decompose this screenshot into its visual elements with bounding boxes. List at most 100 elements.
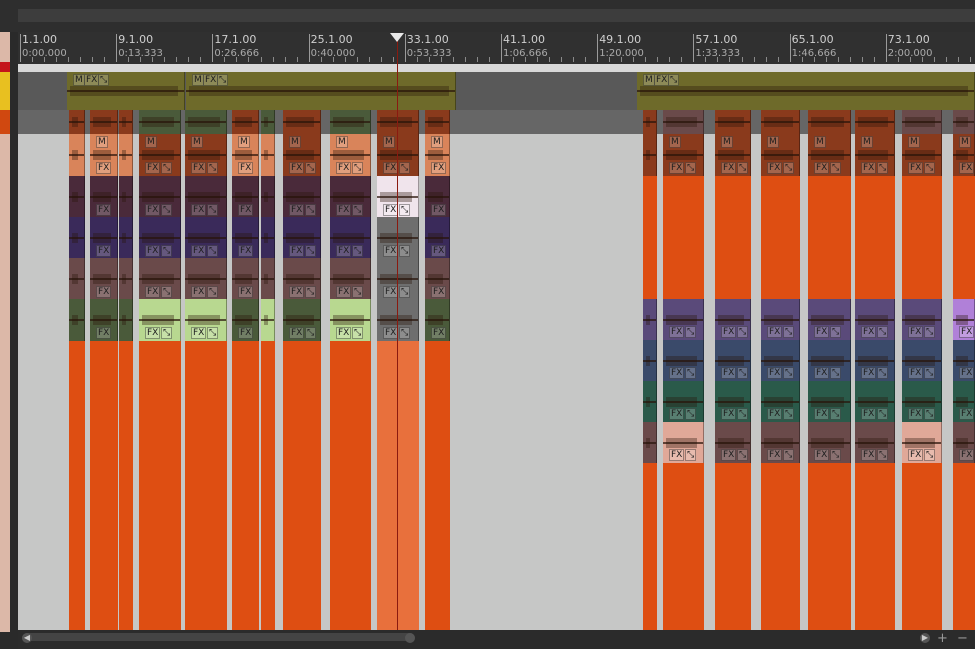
audio-clip[interactable]: FX ⤡ (185, 217, 227, 259)
fx-badge[interactable]: FX (959, 367, 974, 379)
fx-badge[interactable]: FX (767, 162, 783, 174)
audio-clip[interactable]: M FX ⤡ (715, 134, 751, 176)
fx-badge[interactable]: FX (721, 408, 737, 420)
envelope-icon[interactable]: ⤡ (924, 326, 936, 338)
audio-clip[interactable]: FX ⤡ (663, 422, 704, 463)
mute-badge[interactable]: M (336, 136, 348, 148)
fx-badge[interactable]: FX (145, 286, 161, 298)
fx-badge[interactable]: FX (814, 367, 830, 379)
audio-clip[interactable]: FX ⤡ (283, 176, 321, 218)
fx-badge[interactable]: FX (908, 367, 924, 379)
envelope-icon[interactable]: ⤡ (924, 449, 936, 461)
audio-clip[interactable]: FX ⤡ (902, 340, 942, 381)
audio-clip[interactable]: M FX ⤡ (855, 134, 895, 176)
fx-badge[interactable]: FX (767, 367, 783, 379)
audio-clip[interactable] (119, 110, 133, 134)
audio-clip[interactable]: FX ⤡ (330, 258, 371, 300)
envelope-icon[interactable]: ⤡ (161, 162, 173, 174)
mute-badge[interactable]: M (431, 136, 443, 148)
fx-badge[interactable]: FX (96, 162, 112, 174)
fx-badge[interactable]: FX (814, 408, 830, 420)
audio-clip[interactable] (283, 110, 321, 134)
fx-badge[interactable]: FX (289, 327, 305, 339)
envelope-icon[interactable]: ⤡ (352, 204, 364, 216)
audio-clip[interactable]: FX ⤡ (377, 299, 419, 341)
scroll-left-icon[interactable]: ◀ (22, 633, 32, 643)
fx-badge[interactable]: FX (767, 408, 783, 420)
audio-clip[interactable] (232, 110, 259, 134)
audio-clip[interactable]: FX ⤡ (715, 422, 751, 463)
mute-badge[interactable]: M (96, 136, 108, 148)
envelope-icon[interactable]: ⤡ (305, 162, 317, 174)
audio-clip[interactable]: M FX ⤡ (637, 72, 975, 110)
audio-clip[interactable]: FX ⤡ (855, 381, 895, 422)
audio-clip[interactable]: FX ⤡ (283, 217, 321, 259)
audio-clip[interactable]: FX ⤡ (761, 422, 800, 463)
audio-clip[interactable] (261, 110, 275, 134)
fx-badge[interactable]: FX (814, 162, 830, 174)
audio-clip[interactable]: M FX ⤡ (67, 72, 185, 110)
audio-clip[interactable]: FX ⤡ (377, 217, 419, 259)
fx-badge[interactable]: FX (721, 449, 737, 461)
envelope-icon[interactable]: ⤡ (737, 408, 749, 420)
audio-clip[interactable] (330, 110, 371, 134)
audio-clip[interactable] (69, 110, 85, 134)
envelope-icon[interactable]: ⤡ (783, 449, 795, 461)
audio-clip[interactable] (902, 110, 942, 134)
envelope-icon[interactable]: ⤡ (161, 286, 173, 298)
fx-badge[interactable]: FX (336, 286, 352, 298)
audio-clip[interactable]: FX ⤡ (139, 217, 181, 259)
envelope-icon[interactable]: ⤡ (685, 367, 697, 379)
audio-clip[interactable]: FX ⤡ (377, 258, 419, 300)
fx-badge[interactable]: FX (289, 286, 305, 298)
fx-badge[interactable]: FX (96, 286, 112, 298)
fx-badge[interactable]: FX (336, 327, 352, 339)
audio-clip[interactable]: FX ⤡ (330, 299, 371, 341)
envelope-icon[interactable]: ⤡ (830, 162, 842, 174)
mute-badge[interactable]: M (289, 136, 301, 148)
envelope-icon[interactable]: ⤡ (207, 162, 219, 174)
envelope-icon[interactable]: ⤡ (830, 449, 842, 461)
envelope-icon[interactable]: ⤡ (217, 74, 229, 86)
envelope-icon[interactable]: ⤡ (685, 162, 697, 174)
audio-clip[interactable] (643, 299, 657, 340)
audio-clip[interactable]: M FX ⤡ (185, 134, 227, 176)
audio-clip[interactable] (808, 110, 851, 134)
audio-clip[interactable] (855, 110, 895, 134)
audio-clip[interactable] (377, 110, 419, 134)
fx-badge[interactable]: FX (721, 162, 737, 174)
envelope-icon[interactable]: ⤡ (877, 449, 889, 461)
audio-clip[interactable]: FX ⤡ (185, 176, 227, 218)
audio-clip[interactable]: FX (953, 422, 975, 463)
audio-clip[interactable] (953, 110, 975, 134)
audio-clip[interactable] (261, 299, 275, 341)
scroll-right-icon[interactable]: ▶ (920, 633, 930, 643)
fx-badge[interactable]: FX (145, 245, 161, 257)
audio-clip[interactable]: FX (425, 217, 450, 259)
envelope-icon[interactable]: ⤡ (352, 245, 364, 257)
audio-clip[interactable] (69, 258, 85, 300)
mute-badge[interactable]: M (908, 136, 920, 148)
fx-badge[interactable]: FX (145, 327, 161, 339)
fx-badge[interactable]: FX (721, 367, 737, 379)
mute-badge[interactable]: M (814, 136, 826, 148)
mute-badge[interactable]: M (191, 136, 203, 148)
envelope-icon[interactable]: ⤡ (399, 245, 411, 257)
envelope-icon[interactable]: ⤡ (830, 367, 842, 379)
fx-badge[interactable]: FX (908, 449, 924, 461)
audio-clip[interactable]: FX (953, 340, 975, 381)
audio-clip[interactable] (643, 381, 657, 422)
envelope-icon[interactable]: ⤡ (207, 286, 219, 298)
fx-badge[interactable]: FX (336, 245, 352, 257)
fx-badge[interactable]: FX (289, 162, 305, 174)
fx-badge[interactable]: FX (336, 162, 352, 174)
envelope-icon[interactable]: ⤡ (737, 326, 749, 338)
envelope-icon[interactable]: ⤡ (399, 204, 411, 216)
fx-badge[interactable]: FX (814, 449, 830, 461)
envelope-icon[interactable]: ⤡ (668, 74, 680, 86)
fx-badge[interactable]: FX (959, 162, 974, 174)
zoom-in-icon[interactable]: + (937, 631, 948, 646)
fx-badge[interactable]: FX (959, 326, 974, 338)
fx-badge[interactable]: FX (431, 162, 447, 174)
fx-badge[interactable]: FX (669, 326, 685, 338)
